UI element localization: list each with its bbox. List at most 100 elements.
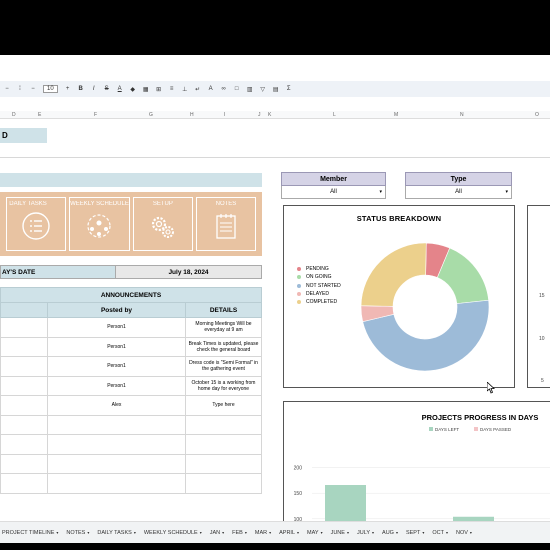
align-icon[interactable]: ≡ [169, 86, 175, 92]
details-cell[interactable]: Break Times is updated, please check the… [186, 338, 261, 357]
bold-icon[interactable]: B [78, 86, 84, 92]
row-cell[interactable] [1, 318, 48, 337]
chevron-down-icon[interactable]: ▾ [379, 186, 382, 198]
sheet-tab[interactable]: FEB ▾ [228, 530, 251, 536]
posted-by-cell[interactable]: Person1 [48, 318, 186, 337]
chevron-down-icon[interactable]: ▾ [321, 530, 323, 535]
link-icon[interactable]: ∞ [221, 86, 227, 92]
borders-icon[interactable]: ▦ [143, 86, 149, 93]
chevron-down-icon[interactable]: ▾ [245, 530, 247, 535]
details-cell[interactable]: Dress code is "Semi Formal" in the gathe… [186, 357, 261, 376]
column-header[interactable]: H [190, 112, 194, 118]
type-dropdown[interactable]: All ▾ [405, 186, 512, 199]
increase-size-icon[interactable]: + [65, 86, 71, 92]
sheet-tab[interactable]: JUNE ▾ [327, 530, 353, 536]
today-value[interactable]: July 18, 2024 [116, 265, 262, 279]
sheet-tab[interactable]: JAN ▾ [206, 530, 228, 536]
sheet-tab[interactable]: MAR ▾ [251, 530, 275, 536]
valign-icon[interactable]: ⊥ [182, 86, 188, 93]
posted-by-cell[interactable]: Person1 [48, 376, 186, 395]
column-header[interactable]: G [149, 112, 153, 118]
chevron-down-icon[interactable]: ▾ [56, 530, 58, 535]
row-cell[interactable] [1, 454, 48, 473]
format-icon[interactable]: ⁞ [17, 86, 23, 92]
row-cell[interactable] [1, 396, 48, 415]
row-cell[interactable] [1, 376, 48, 395]
column-header[interactable]: N [460, 112, 464, 118]
row-cell[interactable] [1, 474, 48, 493]
details-cell[interactable] [186, 474, 261, 493]
nav-weekly-schedule[interactable]: WEEKLY SCHEDULE [69, 197, 130, 251]
details-cell[interactable] [186, 435, 261, 454]
chevron-down-icon[interactable]: ▾ [396, 530, 398, 535]
chevron-down-icon[interactable]: ▾ [200, 530, 202, 535]
chevron-down-icon[interactable]: ▾ [372, 530, 374, 535]
sheet-tab[interactable]: PROJECT TIMELINE ▾ [0, 530, 62, 536]
merge-icon[interactable]: ⊞ [156, 86, 162, 93]
italic-icon[interactable]: I [91, 86, 97, 92]
chevron-down-icon[interactable]: ▾ [470, 530, 472, 535]
chart-icon[interactable]: ▥ [247, 86, 253, 93]
chevron-down-icon[interactable]: ▾ [134, 530, 136, 535]
decrease-size-icon[interactable]: − [30, 86, 36, 92]
row-cell[interactable] [1, 337, 48, 356]
details-cell[interactable]: Morning Meetings Will be everyday at 9 a… [186, 318, 261, 337]
column-header[interactable]: J [258, 112, 261, 118]
posted-by-cell[interactable]: Alex [48, 396, 186, 415]
font-size-field[interactable]: 10 [43, 85, 58, 93]
sheet-tab[interactable]: NOTES ▾ [62, 530, 93, 536]
sheet-tab[interactable]: AUG ▾ [378, 530, 402, 536]
posted-by-cell[interactable] [48, 435, 186, 454]
sheet-tab[interactable]: APRIL ▾ [275, 530, 303, 536]
chevron-down-icon[interactable]: ▾ [87, 530, 89, 535]
posted-by-cell[interactable]: Person1 [48, 357, 186, 376]
nav-setup[interactable]: SETUP [132, 197, 193, 251]
sheet-tab[interactable]: WEEKLY SCHEDULE ▾ [140, 530, 206, 536]
sheet-tab[interactable]: JULY ▾ [353, 530, 378, 536]
posted-by-cell[interactable] [48, 454, 186, 473]
chevron-down-icon[interactable]: ▾ [222, 530, 224, 535]
column-header[interactable]: E [38, 112, 41, 118]
sum-icon[interactable]: Σ [286, 86, 292, 92]
strikethrough-icon[interactable]: S [104, 86, 110, 92]
filter-icon[interactable]: ▽ [260, 86, 266, 93]
sheet-tab[interactable]: NOV ▾ [452, 530, 476, 536]
chevron-down-icon[interactable]: ▾ [422, 530, 424, 535]
details-cell[interactable]: October 15 is a working from home day fo… [186, 377, 261, 396]
column-header[interactable]: L [333, 112, 336, 118]
nav-notes[interactable]: NOTES [195, 197, 256, 251]
sheet-tab[interactable]: OCT ▾ [428, 530, 452, 536]
column-header[interactable]: M [394, 112, 398, 118]
details-cell[interactable] [186, 416, 261, 435]
chevron-down-icon[interactable]: ▾ [269, 530, 271, 535]
minus-icon[interactable]: − [4, 86, 10, 92]
donut-slice-completed[interactable] [360, 242, 427, 307]
posted-by-cell[interactable] [48, 474, 186, 493]
wrap-icon[interactable]: ↵ [195, 86, 201, 93]
member-dropdown[interactable]: All ▾ [281, 186, 386, 199]
sheet-tab[interactable]: MAY ▾ [303, 530, 327, 536]
row-cell[interactable] [1, 435, 48, 454]
chevron-down-icon[interactable]: ▾ [297, 530, 299, 535]
details-cell[interactable] [186, 455, 261, 474]
chevron-down-icon[interactable]: ▾ [446, 530, 448, 535]
sheet-tab[interactable]: SEPT ▾ [402, 530, 428, 536]
chevron-down-icon[interactable]: ▾ [347, 530, 349, 535]
column-header[interactable]: O [535, 112, 539, 118]
posted-by-cell[interactable] [48, 415, 186, 434]
details-cell[interactable]: Type here [186, 396, 261, 415]
column-header[interactable]: F [94, 112, 97, 118]
column-header[interactable]: I [224, 112, 225, 118]
column-header[interactable]: D [12, 112, 16, 118]
nav-daily-tasks[interactable]: DAILY TASKS [6, 197, 67, 251]
sheet-tab[interactable]: DAILY TASKS ▾ [93, 530, 139, 536]
row-cell[interactable] [1, 415, 48, 434]
column-header[interactable]: K [268, 112, 271, 118]
view-icon[interactable]: ▤ [273, 86, 279, 93]
fill-color-icon[interactable]: ◆ [130, 86, 136, 93]
chevron-down-icon[interactable]: ▾ [505, 186, 508, 198]
row-cell[interactable] [1, 357, 48, 376]
comment-icon[interactable]: □ [234, 86, 240, 92]
rotate-icon[interactable]: A [208, 86, 214, 92]
posted-by-cell[interactable]: Person1 [48, 337, 186, 356]
